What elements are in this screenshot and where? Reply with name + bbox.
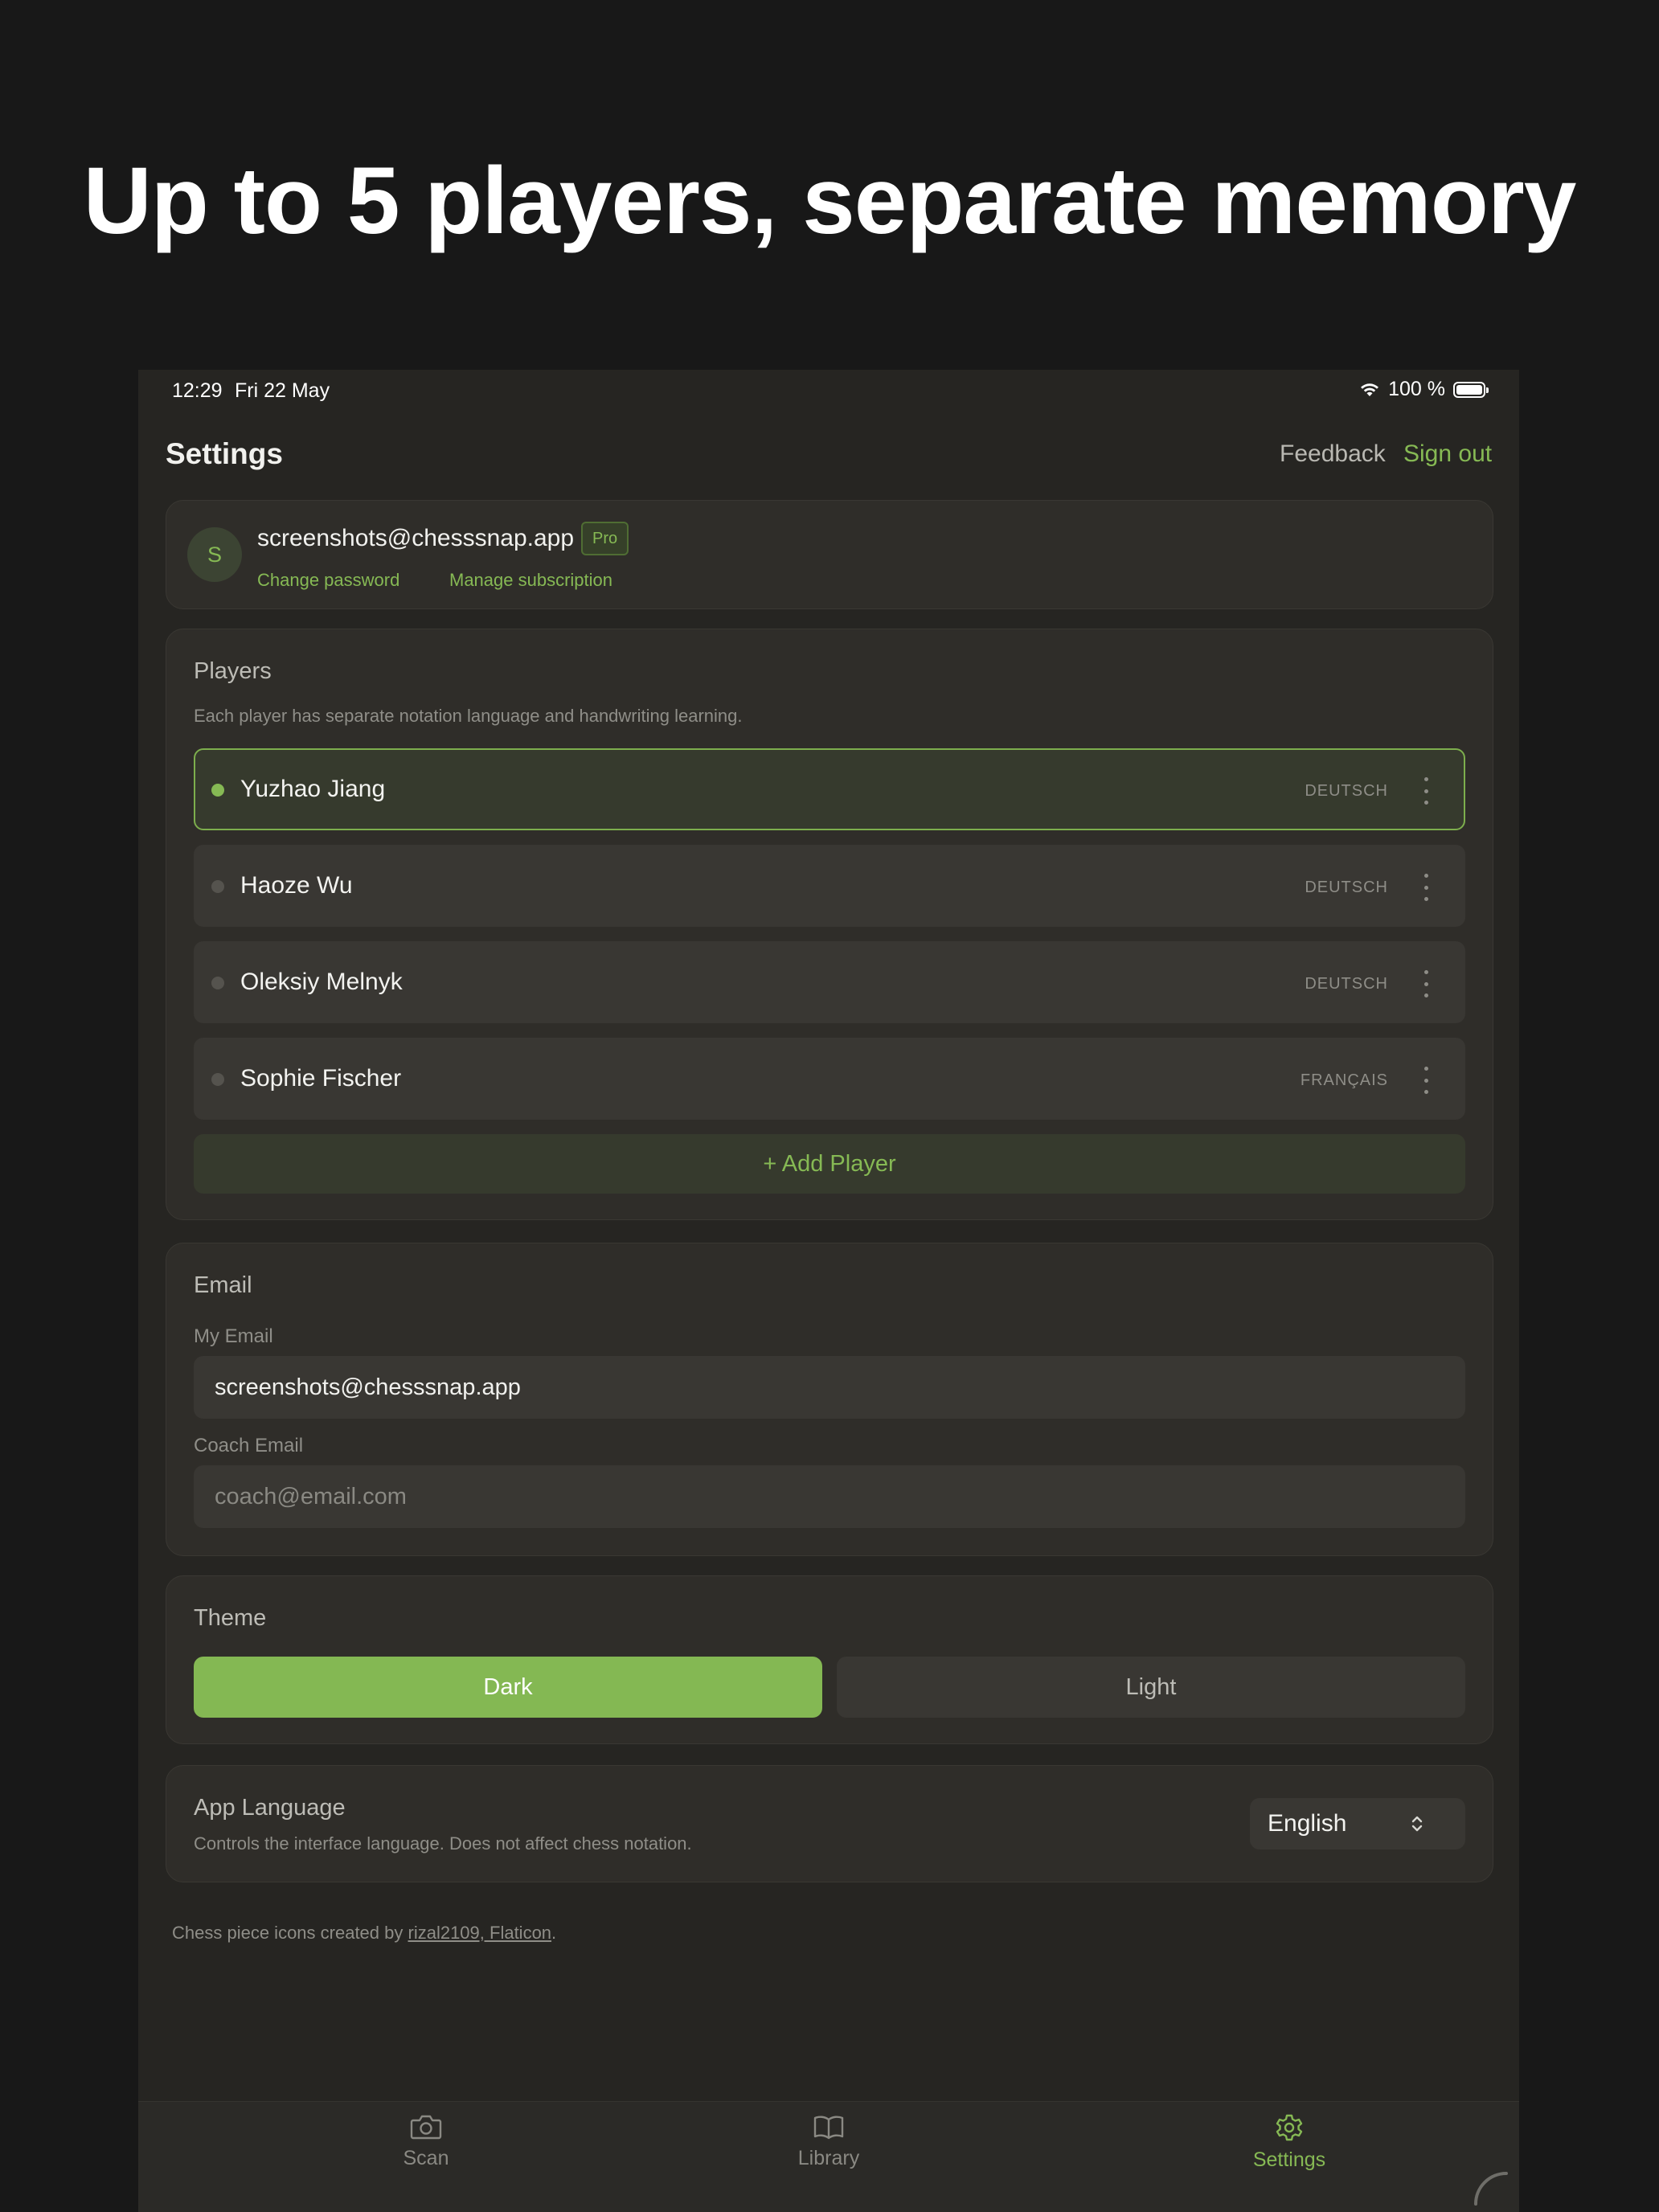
status-right: 100 % [1359,378,1489,401]
credits-suffix: . [551,1923,557,1943]
battery-percent: 100 % [1388,378,1445,400]
email-card: Email My Email Coach Email [166,1243,1493,1556]
battery-icon [1453,381,1489,398]
tab-bar: Scan Library Settings [138,2101,1519,2212]
player-language: DEUTSCH [1305,879,1388,896]
my-email-field[interactable] [194,1356,1465,1419]
players-card: Players Each player has separate notatio… [166,629,1493,1220]
status-date: Fri 22 May [235,379,330,402]
player-name: Haoze Wu [240,872,353,899]
player-name: Yuzhao Jiang [240,776,386,802]
player-language: DEUTSCH [1305,975,1388,993]
book-icon [813,2116,844,2140]
credits-text: Chess piece icons created by rizal2109, … [172,1923,556,1944]
more-options-icon[interactable] [1422,970,1430,997]
device-screen: 12:29 Fri 22 May 100 % Settings Feedback… [138,370,1519,2212]
more-options-icon[interactable] [1422,1067,1430,1094]
add-player-button[interactable]: + Add Player [194,1134,1465,1194]
theme-light-button[interactable]: Light [837,1657,1465,1718]
theme-dark-button[interactable]: Dark [194,1657,822,1718]
account-card: S screenshots@chesssnap.app Pro Change p… [166,500,1493,609]
change-password-link[interactable]: Change password [257,570,399,591]
resize-handle-icon [1474,2172,1508,2206]
player-row-oleksiy-melnyk[interactable]: Oleksiy Melnyk DEUTSCH [194,941,1465,1023]
page-title: Settings [166,437,283,470]
inactive-indicator-dot [211,880,224,893]
player-language: FRANÇAIS [1300,1071,1388,1089]
status-time: 12:29 [172,379,223,402]
avatar: S [187,527,242,582]
player-language: DEUTSCH [1305,782,1388,800]
inactive-indicator-dot [211,977,224,989]
status-bar: 12:29 Fri 22 May 100 % [138,370,1519,410]
account-email: screenshots@chesssnap.app [257,525,575,551]
gear-icon [1276,2114,1303,2141]
coach-email-field[interactable] [194,1465,1465,1528]
tab-settings[interactable]: Settings [1209,2113,1370,2172]
language-select[interactable]: English [1250,1798,1465,1849]
inactive-indicator-dot [211,1073,224,1086]
my-email-label: My Email [194,1325,273,1347]
flaticon-credit-link[interactable]: rizal2109, Flaticon [408,1923,552,1943]
tab-scan[interactable]: Scan [346,2113,506,2170]
app-language-title: App Language [194,1795,346,1821]
headline: Up to 5 players, separate memory [83,148,1577,254]
player-row-haoze-wu[interactable]: Haoze Wu DEUTSCH [194,845,1465,927]
theme-title: Theme [194,1605,267,1631]
players-subtitle: Each player has separate notation langua… [194,706,743,726]
wifi-icon [1361,383,1379,396]
credits-prefix: Chess piece icons created by [172,1923,408,1943]
coach-email-label: Coach Email [194,1435,304,1456]
player-row-sophie-fischer[interactable]: Sophie Fischer FRANÇAIS [194,1038,1465,1120]
active-indicator-dot [211,784,224,797]
player-name: Sophie Fischer [240,1065,402,1092]
sign-out-button[interactable]: Sign out [1403,440,1492,468]
more-options-icon[interactable] [1422,777,1430,805]
chevron-up-down-icon [1411,1816,1423,1832]
player-row-yuzhao-jiang[interactable]: Yuzhao Jiang DEUTSCH [194,748,1465,830]
tab-label: Scan [403,2147,449,2169]
language-selected-value: English [1268,1810,1347,1837]
tab-label: Library [797,2147,860,2169]
player-name: Oleksiy Melnyk [240,969,403,995]
email-title: Email [194,1272,252,1298]
manage-subscription-link[interactable]: Manage subscription [449,570,612,591]
players-title: Players [194,658,272,684]
pro-badge: Pro [581,522,629,555]
camera-icon [410,2115,442,2140]
tab-library[interactable]: Library [748,2113,909,2170]
tab-label: Settings [1252,2149,1326,2171]
theme-card: Theme Dark Light [166,1575,1493,1744]
feedback-button[interactable]: Feedback [1280,440,1386,468]
more-options-icon[interactable] [1422,874,1430,901]
app-language-card: App Language Controls the interface lang… [166,1765,1493,1882]
app-language-subtitle: Controls the interface language. Does no… [194,1833,692,1854]
